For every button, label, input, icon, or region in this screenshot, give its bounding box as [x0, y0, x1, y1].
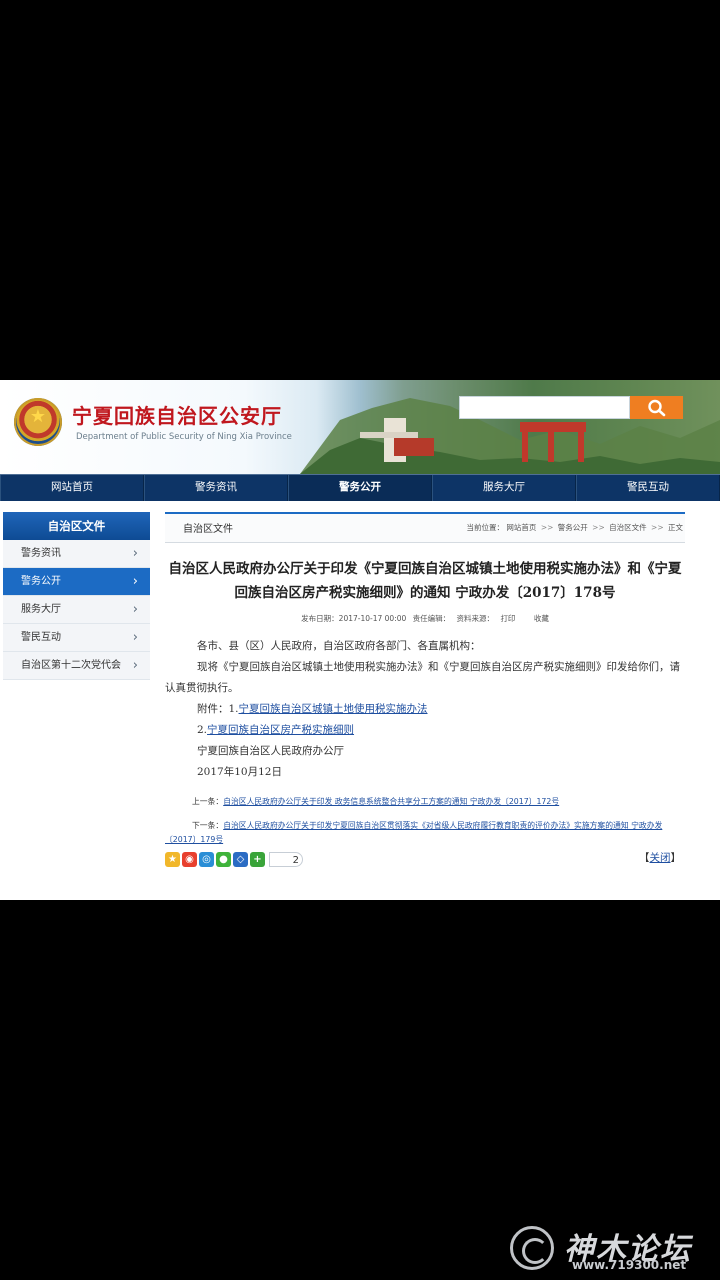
article-header-bar: 自治区文件 当前位置： 网站首页 >> 警务公开 >> 自治区文件 >> 正文 [165, 512, 685, 543]
article-meta: 发布日期：2017-10-17 00:00 责任编辑： 资料来源： 打印 收藏 [165, 613, 685, 624]
section-tab: 自治区文件 [183, 524, 233, 535]
share-bar: ★ ◉ ◎ ● ◇ +2 【关闭】 [165, 849, 685, 867]
breadcrumb-separator: >> [592, 523, 605, 532]
breadcrumb: 当前位置： 网站首页 >> 警务公开 >> 自治区文件 >> 正文 [467, 522, 683, 533]
sidebar-item-police-interaction[interactable]: 警民互动 › [3, 624, 150, 652]
attachment-number: 2. [197, 724, 208, 736]
close-bracket-right: 】 [670, 852, 682, 864]
sidebar-item-label: 警民互动 [21, 632, 61, 643]
weibo-icon[interactable]: ◉ [182, 852, 197, 867]
signature: 宁夏回族自治区人民政府办公厅 [197, 745, 344, 757]
sidebar: 自治区文件 警务资讯 › 警务公开 › 服务大厅 › 警民互动 › 自治区第十二… [3, 512, 150, 680]
sidebar-item-service-hall[interactable]: 服务大厅 › [3, 596, 150, 624]
search-icon [647, 399, 665, 416]
prev-article-link[interactable]: 自治区人民政府办公厅关于印发 政务信息系统整合共享分工方案的通知 宁政办发〔20… [223, 797, 559, 806]
salutation: 各市、县（区）人民政府，自治区政府各部门、各直属机构： [197, 640, 481, 652]
sidebar-item-label: 警务资讯 [21, 548, 61, 559]
article-title: 自治区人民政府办公厅关于印发《宁夏回族自治区城镇土地使用税实施办法》和《宁夏回族… [168, 561, 682, 601]
sidebar-item-label: 警务公开 [21, 576, 61, 587]
forum-watermark: 神木论坛 www.719300.net [508, 1222, 718, 1274]
sidebar-header: 自治区文件 [3, 512, 150, 540]
prev-label: 上一条： [192, 797, 224, 806]
forum-logo-icon [510, 1226, 554, 1270]
print-link[interactable]: 打印 [500, 614, 515, 623]
close-link[interactable]: 关闭 [650, 852, 671, 864]
favorite-link[interactable]: 收藏 [534, 614, 549, 623]
prev-article: 上一条：自治区人民政府办公厅关于印发 政务信息系统整合共享分工方案的通知 宁政办… [165, 795, 685, 809]
wechat-icon[interactable]: ● [216, 852, 231, 867]
search-button[interactable] [630, 396, 683, 419]
attachment-line-1: 附件：1.宁夏回族自治区城镇土地使用税实施办法 [165, 699, 685, 720]
close-control: 【关闭】 [639, 850, 681, 865]
article-panel: 自治区文件 当前位置： 网站首页 >> 警务公开 >> 自治区文件 >> 正文 … [165, 512, 685, 882]
chevron-right-icon: › [132, 574, 138, 589]
share-count: 2 [269, 852, 303, 867]
next-article: 下一条：自治区人民政府办公厅关于印发宁夏回族自治区贯彻落实《对省级人民政府履行教… [165, 819, 685, 847]
breadcrumb-separator: >> [540, 523, 554, 532]
chevron-right-icon: › [132, 630, 138, 645]
nav-item-police-news[interactable]: 警务资讯 [144, 475, 288, 501]
close-bracket-left: 【 [639, 852, 650, 864]
police-emblem-icon: ★ [14, 398, 62, 446]
watermark-url: www.719300.net [572, 1258, 687, 1272]
article-body: 各市、县（区）人民政府，自治区政府各部门、各直属机构： 现将《宁夏回族自治区城镇… [165, 636, 685, 783]
nav-item-police-interaction[interactable]: 警民互动 [576, 475, 720, 501]
breadcrumb-home[interactable]: 网站首页 [506, 523, 536, 532]
chevron-right-icon: › [132, 546, 138, 561]
breadcrumb-region-files[interactable]: 自治区文件 [609, 523, 647, 532]
sidebar-item-police-news[interactable]: 警务资讯 › [3, 540, 150, 568]
site-title: 宁夏回族自治区公安厅 [72, 404, 282, 428]
sidebar-item-party-congress[interactable]: 自治区第十二次党代会 › [3, 652, 150, 680]
nav-item-service-hall[interactable]: 服务大厅 [432, 475, 576, 501]
search-input[interactable] [459, 396, 630, 419]
attachment-label: 附件：1. [197, 703, 239, 715]
nav-item-police-disclosure[interactable]: 警务公开 [288, 475, 432, 501]
web-page: ★ 宁夏回族自治区公安厅 Department of Public Securi… [0, 380, 720, 900]
renren-icon[interactable]: ◇ [233, 852, 248, 867]
tencent-weibo-icon[interactable]: ◎ [199, 852, 214, 867]
next-article-link[interactable]: 自治区人民政府办公厅关于印发宁夏回族自治区贯彻落实《对省级人民政府履行教育职责的… [165, 821, 662, 844]
breadcrumb-current: 正文 [668, 523, 683, 532]
breadcrumb-police-disclosure[interactable]: 警务公开 [558, 523, 588, 532]
info-source: 资料来源： [456, 614, 495, 623]
chevron-right-icon: › [132, 658, 138, 673]
body-paragraph: 现将《宁夏回族自治区城镇土地使用税实施办法》和《宁夏回族自治区房产税实施细则》印… [165, 661, 680, 694]
publish-date: 发布日期：2017-10-17 00:00 [301, 614, 407, 623]
breadcrumb-prefix: 当前位置： [466, 523, 505, 532]
site-subtitle: Department of Public Security of Ning Xi… [76, 432, 292, 442]
sidebar-item-police-disclosure[interactable]: 警务公开 › [3, 568, 150, 596]
breadcrumb-separator: >> [651, 523, 664, 532]
more-share-icon[interactable]: + [250, 852, 265, 867]
attachment-link-1[interactable]: 宁夏回族自治区城镇土地使用税实施办法 [239, 703, 428, 715]
signature-date: 2017年10月12日 [197, 766, 282, 778]
site-header: ★ 宁夏回族自治区公安厅 Department of Public Securi… [0, 380, 720, 474]
qzone-icon[interactable]: ★ [165, 852, 180, 867]
sidebar-item-label: 自治区第十二次党代会 [21, 660, 121, 671]
chevron-right-icon: › [132, 602, 138, 617]
next-label: 下一条： [192, 821, 224, 830]
prev-next-nav: 上一条：自治区人民政府办公厅关于印发 政务信息系统整合共享分工方案的通知 宁政办… [165, 795, 685, 847]
attachment-link-2[interactable]: 宁夏回族自治区房产税实施细则 [207, 724, 354, 736]
sidebar-item-label: 服务大厅 [21, 604, 61, 615]
attachment-line-2: 2.宁夏回族自治区房产税实施细则 [165, 720, 685, 741]
nav-item-home[interactable]: 网站首页 [0, 475, 144, 501]
responsible-editor: 责任编辑： [412, 614, 451, 623]
main-nav: 网站首页 警务资讯 警务公开 服务大厅 警民互动 [0, 474, 720, 501]
